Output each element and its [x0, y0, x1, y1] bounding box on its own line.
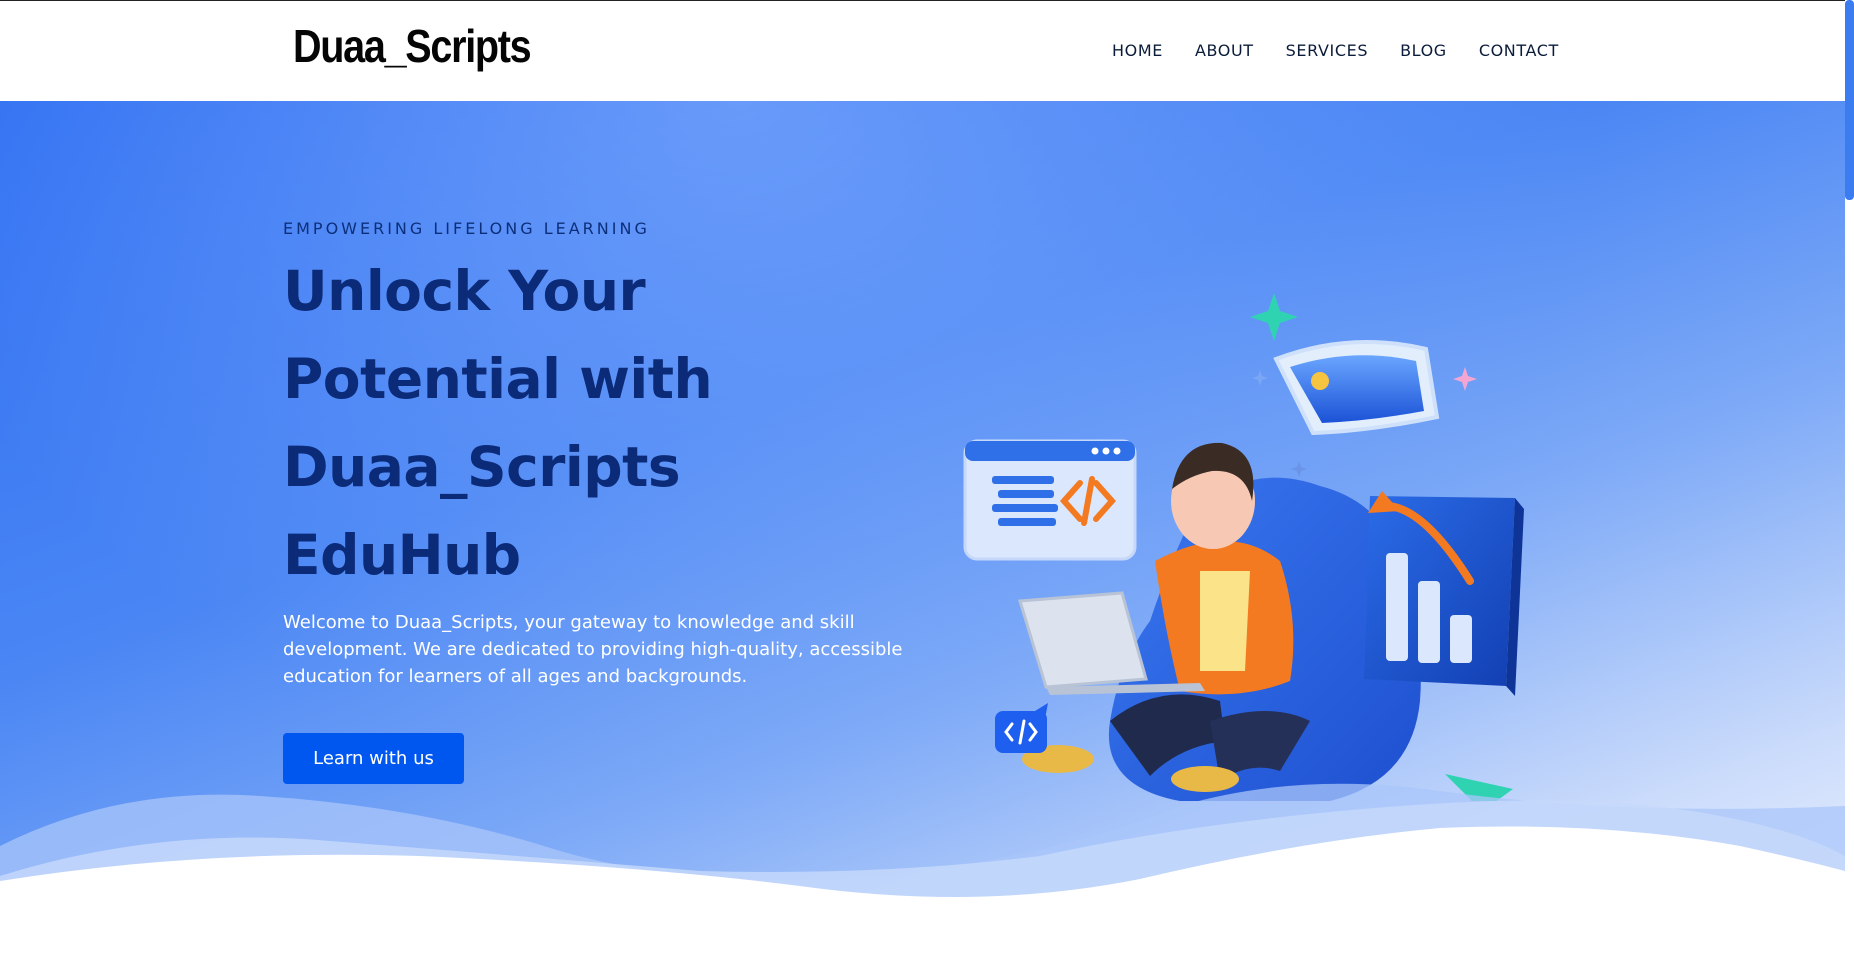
sparkle-icon: [1250, 293, 1298, 341]
image-card-icon: [1273, 339, 1440, 436]
wave-divider: [0, 783, 1845, 955]
nav-link-about[interactable]: ABOUT: [1195, 41, 1254, 60]
hero-headline: Unlock Your Potential with Duaa_Scripts …: [283, 247, 843, 599]
page-scrollbar[interactable]: [1845, 0, 1854, 955]
headline-line: Potential with: [283, 347, 713, 411]
code-window-icon: [963, 439, 1137, 561]
hero-eyebrow: EMPOWERING LIFELONG LEARNING: [283, 219, 650, 238]
site-logo[interactable]: Duaa_Scripts: [293, 19, 532, 73]
nav-link-services[interactable]: SERVICES: [1286, 41, 1368, 60]
sparkle-icon: [1453, 367, 1477, 391]
headline-line: EduHub: [283, 523, 521, 587]
code-bubble-icon: [995, 703, 1048, 753]
main-nav: HOME ABOUT SERVICES BLOG CONTACT: [1112, 41, 1559, 60]
scrollbar-thumb[interactable]: [1845, 0, 1854, 200]
growth-chart-icon: [1364, 491, 1524, 696]
nav-link-contact[interactable]: CONTACT: [1479, 41, 1559, 60]
sparkle-icon: [1291, 461, 1307, 477]
site-header: Duaa_Scripts HOME ABOUT SERVICES BLOG CO…: [0, 0, 1854, 101]
headline-line: Duaa_Scripts: [283, 435, 681, 499]
nav-link-blog[interactable]: BLOG: [1400, 41, 1447, 60]
hero-intro: Welcome to Duaa_Scripts, your gateway to…: [283, 612, 903, 687]
nav-link-home[interactable]: HOME: [1112, 41, 1163, 60]
sparkle-icon: [1252, 370, 1268, 386]
headline-line: Unlock Your: [283, 259, 646, 323]
student-laptop-illustration: [963, 293, 1524, 801]
hero-section: EMPOWERING LIFELONG LEARNING Unlock Your…: [0, 101, 1845, 955]
